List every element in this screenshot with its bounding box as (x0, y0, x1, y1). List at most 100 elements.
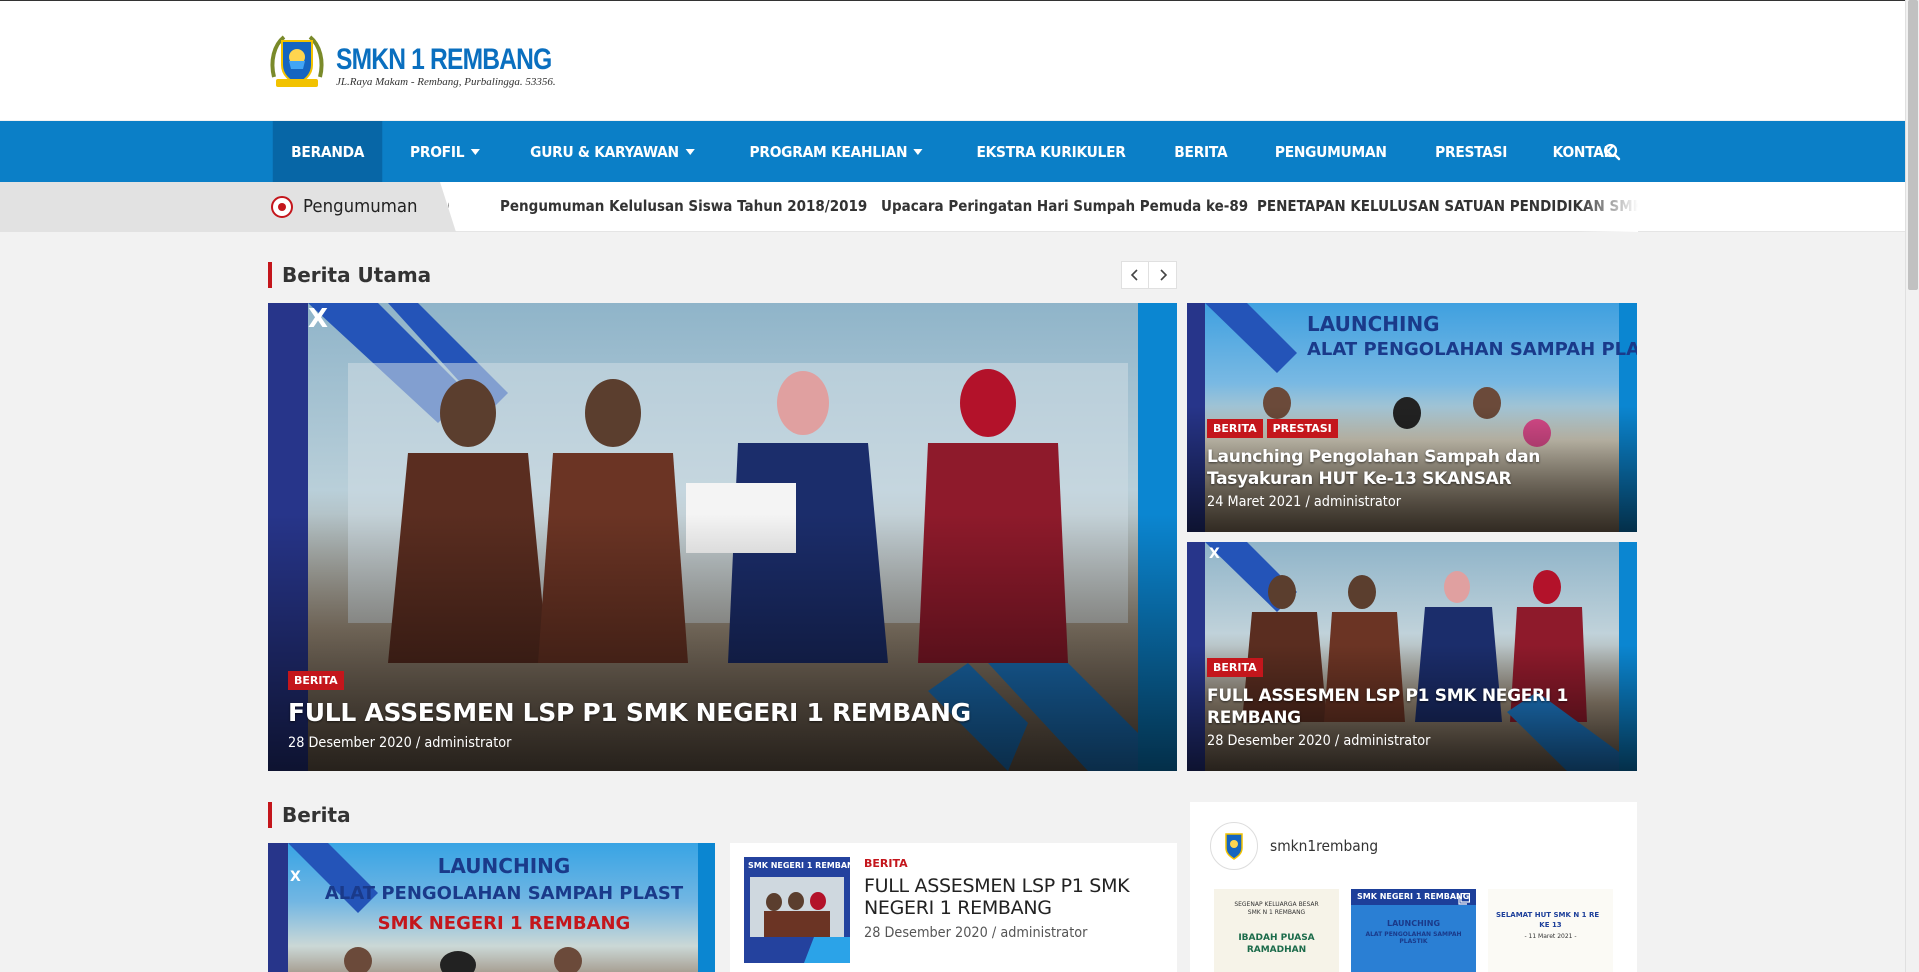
post-text: RAMADHAN (1246, 945, 1307, 955)
berita-list-item[interactable]: SMK NEGERI 1 REMBANG BERITA FULL ASSESME… (730, 843, 1177, 972)
nav-item-program-keahlian[interactable]: PROGRAM KEAHLIAN (731, 121, 941, 182)
post-title[interactable]: FULL ASSESMEN LSP P1 SMK NEGERI 1 REMBAN… (864, 875, 1164, 919)
site-name: SMKN 1 REMBANG (336, 43, 552, 76)
nav-item-ekstra-kurikuler[interactable]: EKSTRA KURIKULER (958, 121, 1144, 182)
post-text: SMK NEGERI 1 REMBANG (1357, 892, 1470, 901)
category-tag[interactable]: PRESTASI (1266, 419, 1338, 438)
ticker-item[interactable]: Pengumuman Kelulusan Siswa Tahun 2018/20… (500, 197, 867, 215)
post-date[interactable]: 28 Desember 2020 (1207, 733, 1331, 749)
thumbnail-text: SMK NEGERI 1 REMBANG (748, 861, 850, 870)
banner-text: ALAT PENGOLAHAN SAMPAH PLAST (1307, 339, 1637, 360)
featured-side-title[interactable]: FULL ASSESMEN LSP P1 SMK NEGERI 1 REMBAN… (1207, 685, 1617, 729)
post-text: KE 13 (1539, 921, 1562, 929)
post-text: LAUNCHING (1386, 919, 1441, 928)
svg-text:X: X (1209, 546, 1220, 562)
nav-item-guru-karyawan[interactable]: GURU & KARYAWAN (512, 121, 713, 182)
post-author[interactable]: administrator (1314, 494, 1401, 510)
post-author[interactable]: administrator (424, 735, 511, 751)
nav-item-beranda[interactable]: BERANDA (272, 121, 383, 182)
instagram-widget: smkn1rembang SEGENAP KELUARGA BESAR SMK … (1190, 802, 1637, 972)
nav-item-label: PROGRAM KEAHLIAN (749, 142, 908, 161)
site-header: SMKN 1 REMBANG JL.Raya Makam - Rembang, … (0, 1, 1905, 120)
search-icon (1603, 143, 1621, 160)
instagram-post[interactable]: SMK NEGERI 1 REMBANG LAUNCHING ALAT PENG… (1351, 889, 1476, 972)
featured-main-meta: 28 Desember 2020 / administrator (288, 735, 1087, 751)
banner-text: LAUNCHING (438, 854, 571, 878)
featured-main-post[interactable]: X BERITA FULL ASSESMEN LSP P1 SMK NEGERI… (268, 303, 1177, 771)
slider-prev-button[interactable] (1121, 261, 1149, 289)
section-title-berita: Berita (268, 802, 351, 828)
featured-side-caption: BERITA PRESTASI Launching Pengolahan Samp… (1207, 419, 1617, 510)
meta-separator: / (991, 925, 997, 941)
nav-item-pengumuman[interactable]: PENGUMUMAN (1257, 121, 1406, 182)
nav-item-label: PRESTASI (1434, 142, 1507, 161)
slider-next-button[interactable] (1149, 261, 1177, 289)
caret-down-icon (471, 148, 481, 155)
post-text: ALAT PENGOLAHAN SAMPAH PLASTIK (1365, 931, 1462, 945)
category-tag[interactable]: BERITA (1207, 419, 1263, 438)
scrollbar-thumb[interactable] (1908, 0, 1918, 290)
slider-arrows (1121, 261, 1177, 289)
meta-separator: / (1305, 494, 1310, 510)
svg-text:X: X (290, 869, 301, 885)
featured-side-post[interactable]: LAUNCHING ALAT PENGOLAHAN SAMPAH PLAST B… (1187, 303, 1637, 532)
svg-text:X: X (308, 304, 328, 334)
meta-separator: / (415, 735, 421, 751)
category-tag[interactable]: BERITA (288, 671, 344, 690)
gallery-icon (1458, 893, 1470, 905)
instagram-post[interactable]: SELAMAT HUT SMK N 1 RE KE 13 - 11 Maret … (1488, 889, 1613, 972)
berita-big-post[interactable]: X LAUNCHING ALAT PENGOLAHAN SAMPAH PLAST… (268, 843, 715, 972)
ticker-track: 9 Pengumuman Kelulusan Siswa Tahun 2018/… (448, 182, 1638, 232)
berita-big-photo-art: X LAUNCHING ALAT PENGOLAHAN SAMPAH PLAST… (268, 843, 715, 972)
post-text: SELAMAT HUT SMK N 1 RE (1496, 911, 1600, 919)
search-button[interactable] (1592, 121, 1632, 182)
post-thumbnail-art (744, 857, 850, 963)
chevron-right-icon (1159, 269, 1167, 281)
instagram-avatar[interactable] (1210, 822, 1258, 870)
live-dot-icon (271, 196, 293, 218)
category-tag[interactable]: BERITA (864, 857, 908, 870)
post-date[interactable]: 24 Maret 2021 (1207, 494, 1301, 510)
meta-separator: / (1334, 733, 1340, 749)
announcement-ticker: Pengumuman 9 Pengumuman Kelulusan Siswa … (0, 182, 1905, 232)
featured-side-post[interactable]: X BERITA FULL ASSESMEN LSP P1 SMK NEGERI… (1187, 542, 1637, 771)
instagram-post[interactable]: SEGENAP KELUARGA BESAR SMK N 1 REMBANG I… (1214, 889, 1339, 972)
site-address: JL.Raya Makam - Rembang, Purbalingga. 53… (336, 76, 556, 88)
ticker-item[interactable]: Upacara Peringatan Hari Sumpah Pemuda ke… (881, 197, 1248, 215)
caret-down-icon (913, 148, 923, 155)
post-date[interactable]: 28 Desember 2020 (864, 925, 988, 941)
school-emblem-icon (1225, 833, 1243, 860)
featured-main-title[interactable]: FULL ASSESMEN LSP P1 SMK NEGERI 1 REMBAN… (288, 698, 1157, 727)
featured-main-caption: BERITA FULL ASSESMEN LSP P1 SMK NEGERI 1… (288, 671, 1157, 751)
post-author[interactable]: administrator (1000, 925, 1087, 941)
nav-item-berita[interactable]: BERITA (1156, 121, 1246, 182)
chevron-left-icon (1130, 269, 1138, 281)
nav-item-label: BERITA (1174, 142, 1228, 161)
banner-text: ALAT PENGOLAHAN SAMPAH PLAST (325, 883, 684, 904)
nav-item-label: PROFIL (410, 142, 465, 161)
site-logo[interactable]: SMKN 1 REMBANG JL.Raya Makam - Rembang, … (268, 31, 556, 91)
page-scrollbar[interactable] (1905, 0, 1919, 972)
section-title-berita-utama: Berita Utama (268, 262, 431, 288)
post-text: IBADAH PUASA (1238, 933, 1315, 943)
nav-item-label: GURU & KARYAWAN (530, 142, 680, 161)
nav-item-prestasi[interactable]: PRESTASI (1416, 121, 1525, 182)
school-emblem-icon (270, 35, 324, 87)
nav-item-profil[interactable]: PROFIL (392, 121, 499, 182)
featured-side-meta: 28 Desember 2020 / administrator (1207, 733, 1584, 749)
category-tag[interactable]: BERITA (1207, 658, 1263, 677)
main-nav: BERANDA PROFIL GURU & KARYAWAN PROGRAM KEAH… (0, 121, 1905, 182)
featured-side-title[interactable]: Launching Pengolahan Sampah dan Tasyakur… (1207, 446, 1617, 490)
ticker-label: Pengumuman (303, 196, 418, 217)
instagram-username[interactable]: smkn1rembang (1270, 837, 1378, 855)
ticker-item-fragment[interactable]: 9 (448, 197, 449, 215)
featured-side-meta: 24 Maret 2021 / administrator (1207, 494, 1584, 510)
caret-down-icon (685, 148, 695, 155)
banner-text: LAUNCHING (1307, 312, 1440, 336)
post-text: SMK N 1 REMBANG (1247, 909, 1306, 916)
post-author[interactable]: administrator (1343, 733, 1430, 749)
nav-item-label: BERANDA (291, 142, 365, 161)
ticker-fade (1578, 182, 1638, 232)
post-thumbnail[interactable]: SMK NEGERI 1 REMBANG (744, 857, 850, 963)
post-date[interactable]: 28 Desember 2020 (288, 735, 412, 751)
